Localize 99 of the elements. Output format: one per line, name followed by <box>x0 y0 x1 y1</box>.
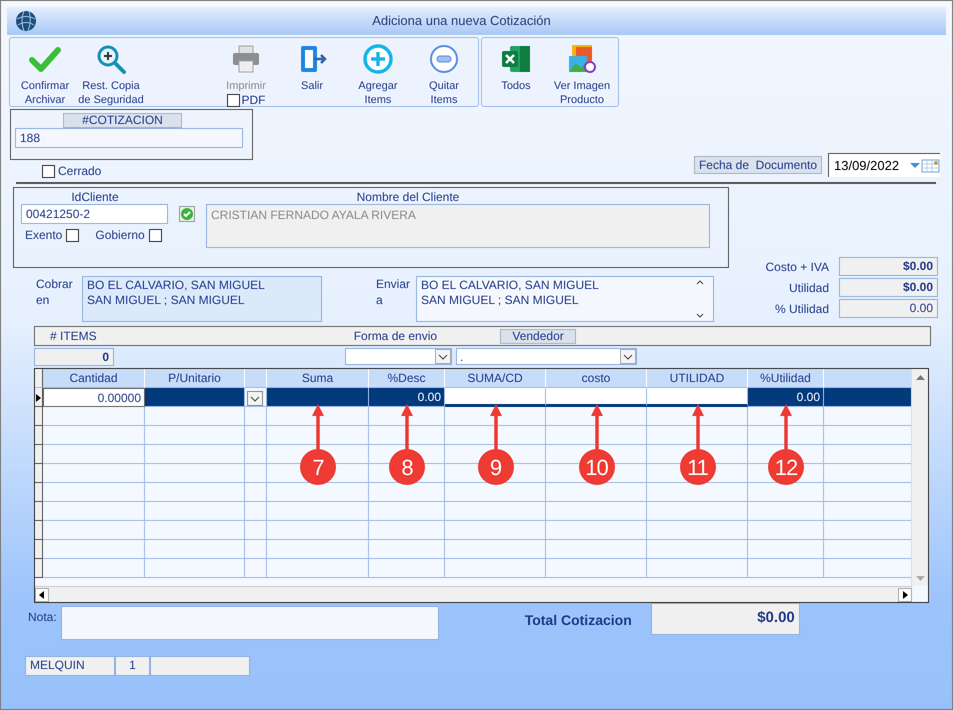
total-label: % Utilidad <box>774 300 829 318</box>
plus-circle-icon <box>362 43 394 75</box>
total-value: 0.00 <box>839 299 938 318</box>
client-id-field[interactable]: 00421250-2 <box>21 204 168 224</box>
shipping-address-field[interactable]: BO EL CALVARIO, SAN MIGUEL SAN MIGUEL ; SAN MIGUEL <box>416 276 714 322</box>
row-pointer-icon <box>36 394 41 402</box>
toolbar-button[interactable]: Quitar Items <box>412 43 476 106</box>
client-name-field: CRISTIAN FERNADO AYALA RIVERA <box>206 204 710 248</box>
note-field[interactable] <box>60 606 439 640</box>
callout-number: 11 <box>680 449 716 485</box>
table-cell <box>245 407 267 426</box>
total-value: $0.00 <box>839 278 938 297</box>
table-cell[interactable]: 0.00 <box>748 388 824 407</box>
vertical-scrollbar[interactable] <box>911 369 928 586</box>
toolbar-button[interactable]: Todos <box>484 43 548 106</box>
spreadsheet-icon <box>500 43 532 75</box>
toolbar-button[interactable]: Salir <box>280 43 344 106</box>
quote-number-field[interactable]: 188 <box>15 128 243 148</box>
printer-icon <box>230 43 262 75</box>
field-label: IdCliente <box>70 190 120 204</box>
column-header: costo <box>546 369 647 388</box>
image-icon <box>566 43 598 75</box>
date-label: Fecha de Documento <box>694 156 822 174</box>
field-label: #COTIZACION <box>63 113 182 128</box>
callout-arrow <box>590 404 602 450</box>
table-cell[interactable] <box>647 388 748 407</box>
callout-number: 9 <box>478 449 514 485</box>
table-cell <box>245 483 267 502</box>
date-field[interactable]: 13/09/2022 <box>828 153 940 177</box>
callout-number: 8 <box>389 449 425 485</box>
address-label: Cobrar en <box>36 276 74 309</box>
table-cell[interactable] <box>145 388 245 407</box>
seller-dropdown[interactable]: . <box>456 348 637 365</box>
total-label: Costo + IVA <box>764 258 829 276</box>
field-label: Nota: <box>28 609 57 626</box>
column-label: Forma de envio <box>354 328 438 345</box>
checkbox[interactable] <box>148 228 162 242</box>
column-header: P/Unitario <box>145 369 245 388</box>
calendar-icon[interactable] <box>910 158 940 172</box>
column-label: # ITEMS <box>50 328 97 345</box>
scroll-left-icon[interactable] <box>35 588 49 602</box>
vendedor-button[interactable]: Vendedor <box>500 328 576 344</box>
table-cell[interactable]: 0.00 <box>369 388 445 407</box>
table-cell <box>245 559 267 578</box>
toolbar-button[interactable]: Ver Imagen Producto <box>550 43 614 106</box>
table-cell[interactable] <box>445 388 546 407</box>
table-cell <box>245 464 267 483</box>
field-label: Nombre del Cliente <box>356 190 460 204</box>
verified-icon <box>179 206 195 222</box>
callout-arrow <box>490 404 502 450</box>
pdf-label: PDF <box>242 93 266 107</box>
minus-circle-icon <box>428 43 460 75</box>
column-header: SUMA/CD <box>445 369 546 388</box>
scroll-right-icon[interactable] <box>898 588 912 602</box>
table-cell[interactable] <box>546 388 647 407</box>
address-label: Enviar a <box>376 276 412 309</box>
callout-arrow <box>401 404 413 450</box>
checkbox[interactable] <box>42 164 55 178</box>
table-cell <box>245 521 267 540</box>
column-header: Suma <box>267 369 369 388</box>
callout-arrow <box>692 404 704 450</box>
callout-arrow <box>312 404 324 450</box>
total-value: $0.00 <box>650 603 800 635</box>
table-cell <box>245 426 267 445</box>
callout-arrow <box>780 404 792 450</box>
table-cell[interactable]: 0.00000 <box>43 388 145 407</box>
checkbox-label: Exento <box>25 227 62 244</box>
scroll-down-icon[interactable] <box>695 312 705 320</box>
column-header: UTILIDAD <box>647 369 748 388</box>
window-title: Adiciona una nueva Cotización <box>371 12 552 30</box>
table-cell <box>245 502 267 521</box>
app-logo-icon <box>15 10 37 32</box>
column-header: %Utilidad <box>748 369 824 388</box>
magnifier-icon <box>95 43 127 75</box>
column-header: Cantidad <box>43 369 145 388</box>
callout-number: 12 <box>768 449 804 485</box>
table-cell[interactable] <box>267 388 369 407</box>
table-cell <box>245 445 267 464</box>
scroll-up-icon[interactable] <box>695 278 705 286</box>
total-label: Total Cotizacion <box>524 611 632 630</box>
total-label: Utilidad <box>788 280 829 296</box>
column-header: %Desc <box>369 369 445 388</box>
total-value: $0.00 <box>839 257 938 276</box>
item-count-field: 0 <box>34 348 114 366</box>
checkbox-label: Gobierno <box>95 227 145 244</box>
table-cell <box>245 540 267 559</box>
toolbar-button[interactable]: Agregar Items <box>346 43 410 106</box>
scroll-up-icon[interactable] <box>916 374 924 380</box>
toolbar-button[interactable]: Confirmar Archivar <box>13 43 77 106</box>
callout-number: 7 <box>300 449 336 485</box>
toolbar-button[interactable]: Rest. Copia de Seguridad <box>79 43 143 106</box>
billing-address-field[interactable]: BO EL CALVARIO, SAN MIGUEL SAN MIGUEL ; SAN MIGUEL <box>82 276 322 322</box>
checkbox-label: Cerrado <box>58 163 102 180</box>
callout-number: 10 <box>578 449 614 485</box>
status-field: MELQUIN <box>25 656 115 676</box>
table-cell[interactable] <box>245 388 267 407</box>
checkbox[interactable] <box>66 228 80 242</box>
status-field: 1 <box>115 656 150 676</box>
horizontal-scrollbar[interactable] <box>35 586 912 602</box>
